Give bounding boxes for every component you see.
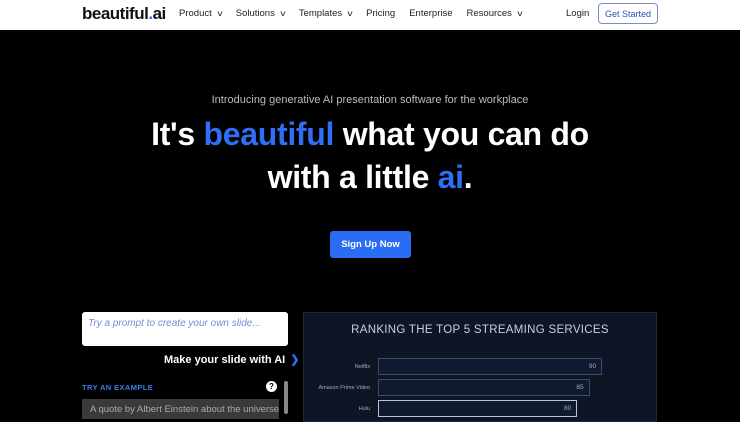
chevron-right-icon: ❯	[290, 354, 300, 366]
nav-item-solutions[interactable]: Solutions v	[235, 8, 286, 19]
text: with a little	[267, 159, 438, 195]
nav-item-label: Resources	[466, 8, 512, 19]
nav-item-label: Pricing	[366, 8, 396, 19]
bar-value: 90	[588, 363, 597, 370]
text: .	[463, 159, 473, 195]
scrollbar[interactable]	[284, 381, 288, 414]
nav-item-label: Product	[179, 8, 212, 19]
prompt-input[interactable]: Try a prompt to create your own slide...	[82, 312, 288, 346]
try-example-label: TRY AN EXAMPLE	[82, 383, 154, 392]
bar-value: 80	[563, 405, 572, 412]
get-started-button[interactable]: Get Started	[598, 3, 658, 24]
hero-intro: Introducing generative AI presentation s…	[211, 94, 529, 106]
logo-tail: ai	[152, 4, 167, 23]
login-link[interactable]: Login	[566, 8, 589, 19]
chart-title: RANKING THE TOP 5 STREAMING SERVICES	[351, 324, 609, 336]
nav-menu: Product v Solutions v Templates v Pricing Enter…	[179, 8, 536, 19]
bar: 85	[378, 379, 590, 396]
nav-item-enterprise[interactable]: Enterprise	[409, 8, 452, 19]
text: It's	[151, 116, 204, 152]
hero-title-line2: with a little ai.	[0, 159, 740, 196]
top-nav: beautiful.ai Product v Solutions v Templates…	[0, 0, 740, 30]
logo[interactable]: beautiful.ai	[82, 4, 166, 24]
slide-preview: RANKING THE TOP 5 STREAMING SERVICES Net…	[303, 312, 657, 422]
text: what you can do	[334, 116, 590, 152]
bar-value: 85	[576, 384, 584, 391]
nav-item-label: Enterprise	[409, 8, 453, 19]
nav-item-product[interactable]: Product v	[179, 8, 222, 19]
bar-label: Netflix	[354, 364, 370, 370]
bar-label: Amazon Prime Video	[318, 385, 370, 391]
example-prompt[interactable]: A quote by Albert Einstein about the uni…	[82, 399, 279, 419]
make-slide-button[interactable]: Make your slide with AI ❯	[164, 353, 299, 366]
bar: 90	[378, 358, 603, 375]
hero-title-line1: It's beautiful what you can do	[0, 116, 740, 153]
bar: 80	[378, 400, 578, 417]
nav-item-label: Templates	[298, 8, 343, 19]
chevron-down-icon: v	[347, 9, 353, 18]
bar-label: Hulu	[358, 406, 370, 412]
chevron-down-icon: v	[217, 9, 223, 18]
chevron-down-icon: v	[517, 9, 523, 18]
logo-text: beautiful	[82, 4, 149, 23]
sign-up-button[interactable]: Sign Up Now	[330, 231, 411, 258]
nav-item-label: Solutions	[235, 8, 275, 19]
text-highlight: beautiful	[203, 116, 335, 152]
nav-item-templates[interactable]: Templates v	[298, 8, 353, 19]
help-icon[interactable]: ?	[266, 381, 277, 392]
nav-item-pricing[interactable]: Pricing	[366, 8, 395, 19]
nav-item-resources[interactable]: Resources v	[466, 8, 523, 19]
text-highlight: ai	[437, 159, 464, 195]
make-label: Make your slide with AI	[164, 354, 286, 366]
chevron-down-icon: v	[280, 9, 286, 18]
